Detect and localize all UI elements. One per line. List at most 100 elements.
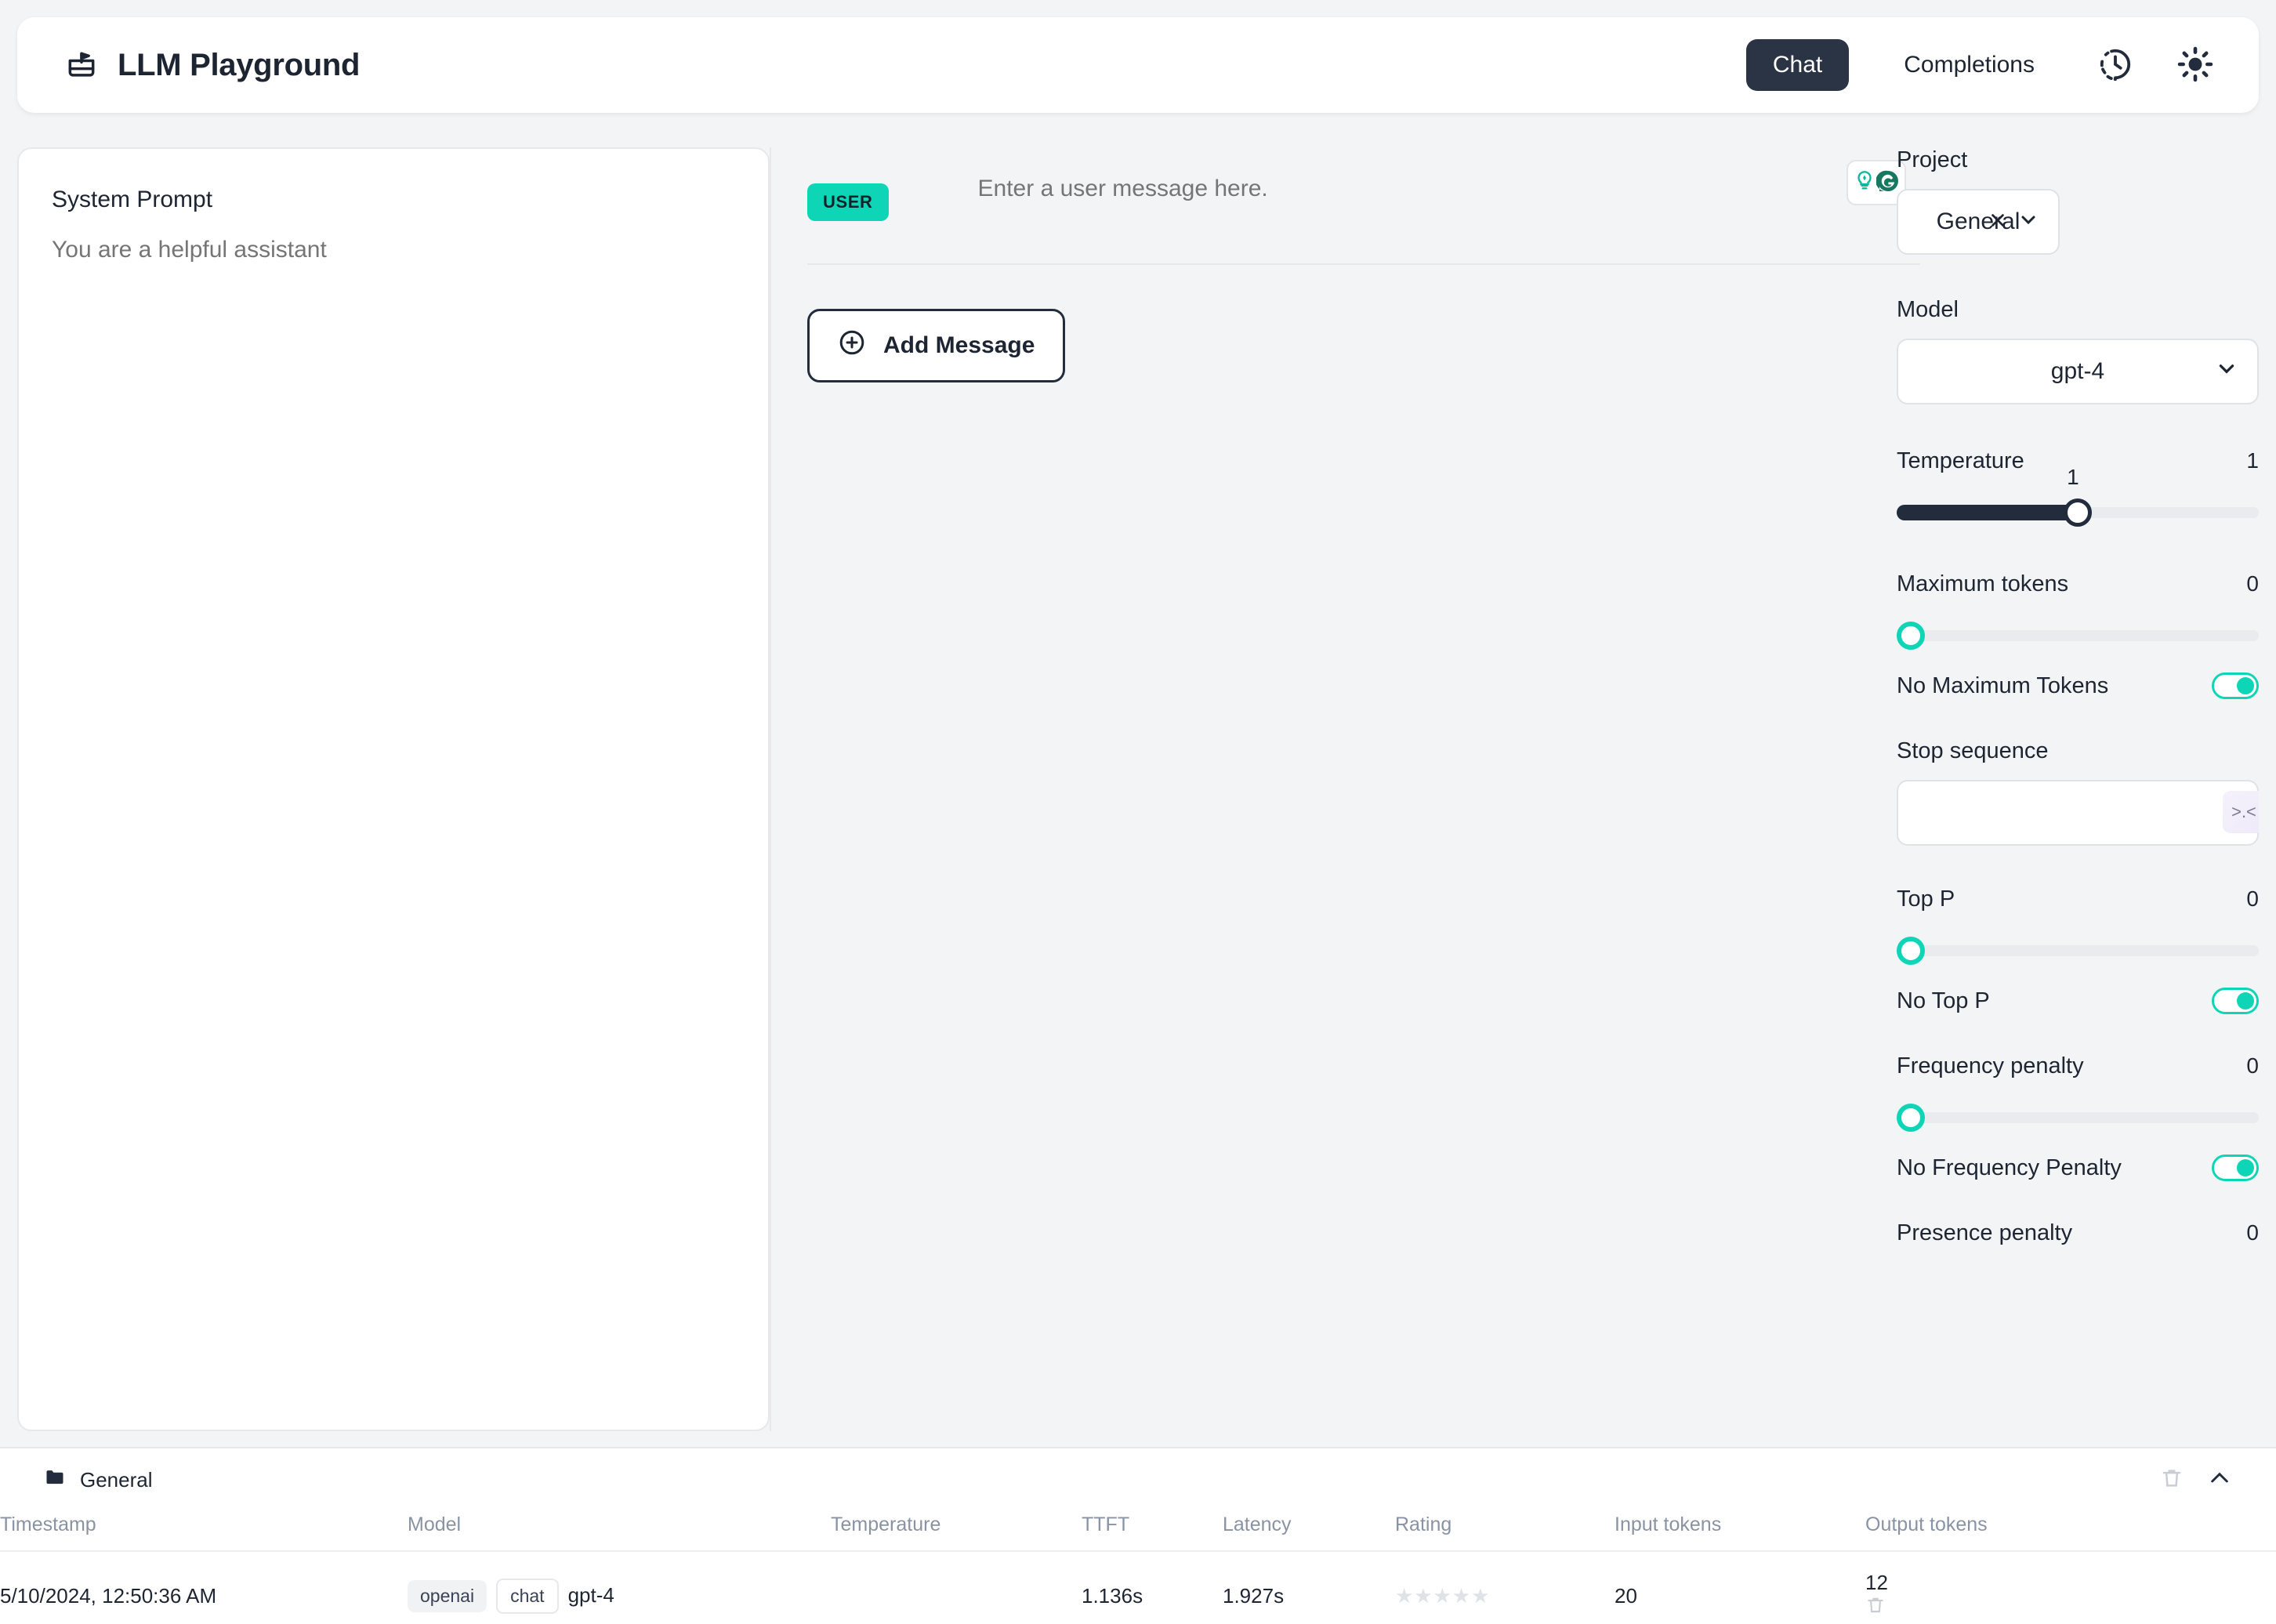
close-icon[interactable] bbox=[1989, 208, 2006, 235]
temperature-group: Temperature 1 1 bbox=[1897, 448, 2259, 531]
col-ttft: TTFT bbox=[1082, 1501, 1223, 1552]
model-value: gpt-4 bbox=[2050, 358, 2105, 384]
rating-stars[interactable]: ★★★★★ bbox=[1395, 1584, 1491, 1608]
cell-timestamp: 5/10/2024, 12:50:36 AM bbox=[0, 1583, 217, 1608]
page-title: LLM Playground bbox=[118, 47, 361, 82]
no-frequency-penalty-toggle[interactable] bbox=[2212, 1155, 2259, 1181]
no-frequency-penalty-row: No Frequency Penalty bbox=[1897, 1155, 2259, 1181]
chevron-down-icon[interactable] bbox=[2216, 358, 2237, 385]
no-top-p-toggle[interactable] bbox=[2212, 988, 2259, 1014]
top-p-value: 0 bbox=[2246, 886, 2259, 911]
no-frequency-penalty-label: No Frequency Penalty bbox=[1897, 1155, 2122, 1180]
model-select[interactable]: gpt-4 bbox=[1897, 339, 2259, 404]
presence-penalty-value: 0 bbox=[2246, 1220, 2259, 1245]
temperature-slider-bubble: 1 bbox=[2067, 465, 2079, 489]
model-select-actions bbox=[2216, 358, 2237, 385]
frequency-penalty-slider[interactable] bbox=[1897, 1100, 2259, 1136]
history-table: Timestamp Model Temperature TTFT Latency… bbox=[0, 1501, 2276, 1621]
project-select[interactable]: General bbox=[1897, 189, 2060, 255]
stop-sequence-input-wrap: >.< bbox=[1897, 780, 2259, 846]
cell-output-tokens: 12 bbox=[1865, 1551, 2276, 1621]
theme-toggle-button[interactable] bbox=[2169, 39, 2221, 91]
toggle-knob bbox=[2237, 992, 2254, 1010]
stop-sequence-input[interactable] bbox=[1897, 780, 2259, 846]
top-p-header: Top P 0 bbox=[1897, 886, 2259, 912]
model-tag-provider: openai bbox=[408, 1579, 487, 1612]
chevron-down-icon[interactable] bbox=[2019, 208, 2038, 235]
top-p-group: Top P 0 No Top P bbox=[1897, 886, 2259, 1014]
user-message-input[interactable] bbox=[977, 176, 1920, 202]
role-badge-user[interactable]: USER bbox=[807, 183, 889, 221]
no-maximum-tokens-toggle[interactable] bbox=[2212, 672, 2259, 699]
presence-penalty-header: Presence penalty 0 bbox=[1897, 1220, 2259, 1246]
sun-icon bbox=[2177, 46, 2213, 85]
maximum-tokens-slider-thumb[interactable] bbox=[1897, 622, 1925, 650]
cell-model: openai chat gpt-4 bbox=[408, 1551, 831, 1621]
tab-chat[interactable]: Chat bbox=[1745, 39, 1850, 91]
temperature-slider-thumb[interactable] bbox=[2064, 498, 2092, 527]
temperature-label: Temperature bbox=[1897, 448, 2024, 473]
trash-icon[interactable] bbox=[2160, 1466, 2184, 1494]
system-prompt-card: System Prompt bbox=[17, 147, 770, 1431]
panel-divider bbox=[770, 147, 771, 1431]
grammarly-g-icon[interactable] bbox=[1875, 169, 1900, 197]
folder-icon bbox=[44, 1466, 66, 1494]
col-temperature: Temperature bbox=[831, 1501, 1082, 1552]
top-p-slider-thumb[interactable] bbox=[1897, 937, 1925, 965]
slider-track bbox=[1897, 945, 2259, 956]
table-row[interactable]: 5/10/2024, 12:50:36 AM openai chat gpt-4 1… bbox=[0, 1551, 2276, 1621]
col-model: Model bbox=[408, 1501, 831, 1552]
add-message-button[interactable]: Add Message bbox=[807, 309, 1066, 382]
history-actions bbox=[2160, 1466, 2232, 1495]
presence-penalty-label: Presence penalty bbox=[1897, 1220, 2073, 1245]
history-clock-icon bbox=[2097, 46, 2133, 85]
history-table-header: General bbox=[0, 1448, 2276, 1495]
model-label: Model bbox=[1897, 297, 1959, 322]
message-row: USER bbox=[807, 147, 1920, 263]
cell-temperature bbox=[831, 1551, 1082, 1621]
system-prompt-input[interactable] bbox=[52, 237, 726, 472]
history-button[interactable] bbox=[2089, 39, 2141, 91]
frequency-penalty-group: Frequency penalty 0 No Frequency Penalty bbox=[1897, 1053, 2259, 1181]
col-output-tokens: Output tokens bbox=[1865, 1501, 2276, 1552]
toggle-knob bbox=[2237, 677, 2254, 694]
history-table-panel: General Timestamp Model Temperature TTFT… bbox=[0, 1447, 2276, 1624]
top-p-slider[interactable] bbox=[1897, 933, 2259, 969]
frequency-penalty-value: 0 bbox=[2246, 1053, 2259, 1078]
model-group: Model gpt-4 bbox=[1897, 297, 2259, 404]
temperature-value: 1 bbox=[2246, 448, 2259, 473]
grammarly-inline-badge[interactable]: >.< bbox=[2223, 791, 2259, 833]
top-p-label: Top P bbox=[1897, 886, 1955, 912]
project-group: Project General bbox=[1897, 147, 2259, 255]
slider-track bbox=[1897, 630, 2259, 641]
col-timestamp: Timestamp bbox=[0, 1501, 408, 1552]
system-prompt-title: System Prompt bbox=[52, 187, 213, 212]
cell-ttft: 1.136s bbox=[1082, 1583, 1143, 1608]
col-rating: Rating bbox=[1395, 1501, 1615, 1552]
col-input-tokens: Input tokens bbox=[1615, 1501, 1865, 1552]
maximum-tokens-slider[interactable] bbox=[1897, 618, 2259, 654]
frequency-penalty-slider-thumb[interactable] bbox=[1897, 1104, 1925, 1132]
cell-latency: 1.927s bbox=[1223, 1583, 1285, 1608]
frequency-penalty-header: Frequency penalty 0 bbox=[1897, 1053, 2259, 1079]
no-top-p-label: No Top P bbox=[1897, 988, 1990, 1013]
header-actions: Chat Completions bbox=[1745, 39, 2221, 91]
lightbulb-icon[interactable] bbox=[1854, 170, 1876, 196]
cell-rating[interactable]: ★★★★★ bbox=[1395, 1551, 1615, 1621]
no-top-p-row: No Top P bbox=[1897, 988, 2259, 1014]
temperature-slider[interactable]: 1 bbox=[1897, 465, 2259, 531]
app-root: LLM Playground Chat Completions System P… bbox=[0, 0, 2276, 1624]
frequency-penalty-label: Frequency penalty bbox=[1897, 1053, 2084, 1078]
chevron-up-icon[interactable] bbox=[2207, 1466, 2232, 1495]
row-delete-button[interactable] bbox=[1865, 1597, 1886, 1620]
slider-fill bbox=[1897, 505, 2078, 520]
toggle-knob bbox=[2237, 1159, 2254, 1176]
model-name: gpt-4 bbox=[567, 1582, 614, 1607]
chat-panel: USER Enter a user message here. Add Mess… bbox=[807, 147, 1920, 1431]
cell-input-tokens: 20 bbox=[1615, 1583, 1637, 1608]
no-maximum-tokens-row: No Maximum Tokens bbox=[1897, 672, 2259, 699]
maximum-tokens-label: Maximum tokens bbox=[1897, 571, 2069, 596]
table-header-row: Timestamp Model Temperature TTFT Latency… bbox=[0, 1501, 2276, 1552]
tab-completions[interactable]: Completions bbox=[1877, 39, 2061, 91]
project-label: Project bbox=[1897, 147, 1968, 172]
